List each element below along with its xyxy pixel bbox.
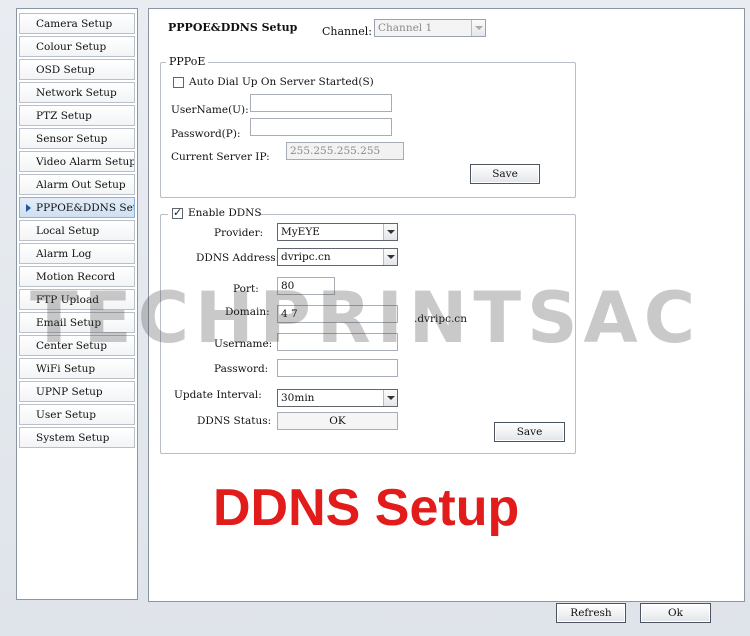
sidebar-item-local-setup[interactable]: Local Setup: [19, 220, 135, 241]
ok-button[interactable]: Ok: [640, 603, 711, 623]
sidebar-item-video-alarm-setup[interactable]: Video Alarm Setup: [19, 151, 135, 172]
provider-value: MyEYE: [281, 226, 320, 238]
channel-select[interactable]: Channel 1: [374, 19, 486, 37]
channel-value: Channel 1: [378, 22, 433, 34]
ddns-legend: Enable DDNS: [168, 206, 262, 221]
ddns-status-label: DDNS Status:: [197, 415, 272, 427]
sidebar-item-label: Alarm Log: [36, 248, 92, 260]
pppoe-username-label: UserName(U):: [171, 104, 249, 116]
pppoe-legend: PPPoE: [166, 55, 209, 68]
sidebar-item-label: Alarm Out Setup: [36, 179, 126, 191]
ddns-status-value: OK: [277, 412, 398, 430]
sidebar-item-label: OSD Setup: [36, 64, 95, 76]
server-ip-field: 255.255.255.255: [286, 142, 404, 160]
sidebar-item-label: Video Alarm Setup: [36, 156, 135, 168]
sidebar-item-label: WiFi Setup: [36, 363, 96, 375]
sidebar-item-colour-setup[interactable]: Colour Setup: [19, 36, 135, 57]
auto-dial-label: Auto Dial Up On Server Started(S): [189, 76, 374, 88]
sidebar-item-ptz-setup[interactable]: PTZ Setup: [19, 105, 135, 126]
sidebar-item-label: User Setup: [36, 409, 96, 421]
chevron-down-icon: [383, 249, 397, 265]
page-title: PPPOE&DDNS Setup: [168, 21, 298, 34]
sidebar-item-osd-setup[interactable]: OSD Setup: [19, 59, 135, 80]
sidebar-item-label: UPNP Setup: [36, 386, 103, 398]
sidebar-item-alarm-log[interactable]: Alarm Log: [19, 243, 135, 264]
ddns-save-button[interactable]: Save: [494, 422, 565, 442]
ddns-address-select[interactable]: dvripc.cn: [277, 248, 398, 266]
server-ip-label: Current Server IP:: [171, 151, 270, 163]
sidebar-item-label: Colour Setup: [36, 41, 107, 53]
update-interval-select[interactable]: 30min: [277, 389, 398, 407]
enable-ddns-label: Enable DDNS: [188, 207, 262, 219]
sidebar-item-system-setup[interactable]: System Setup: [19, 427, 135, 448]
sidebar-item-upnp-setup[interactable]: UPNP Setup: [19, 381, 135, 402]
sidebar-item-label: Sensor Setup: [36, 133, 108, 145]
enable-ddns-checkbox[interactable]: [172, 206, 183, 219]
window: Camera Setup Colour Setup OSD Setup Netw…: [0, 0, 750, 636]
update-interval-value: 30min: [281, 392, 315, 404]
pppoe-password-input[interactable]: [250, 118, 392, 136]
sidebar-item-label: System Setup: [36, 432, 110, 444]
ddns-address-value: dvripc.cn: [281, 251, 331, 263]
watermark: TECHPRINTSAC: [30, 277, 702, 359]
sidebar-item-network-setup[interactable]: Network Setup: [19, 82, 135, 103]
chevron-down-icon: [383, 390, 397, 406]
pppoe-save-button[interactable]: Save: [470, 164, 540, 184]
pppoe-password-label: Password(P):: [171, 128, 241, 140]
sidebar-item-label: Network Setup: [36, 87, 117, 99]
sidebar-item-sensor-setup[interactable]: Sensor Setup: [19, 128, 135, 149]
sidebar-item-camera-setup[interactable]: Camera Setup: [19, 13, 135, 34]
caption-title: DDNS Setup: [213, 479, 520, 537]
arrow-right-icon: [26, 204, 31, 212]
sidebar-item-label: Local Setup: [36, 225, 100, 237]
sidebar-item-label: Camera Setup: [36, 18, 113, 30]
pppoe-username-input[interactable]: [250, 94, 392, 112]
chevron-down-icon: [471, 20, 485, 36]
provider-select[interactable]: MyEYE: [277, 223, 398, 241]
update-interval-label: Update Interval:: [174, 389, 262, 401]
sidebar-item-pppoe-ddns-setup[interactable]: PPPOE&DDNS Setup: [19, 197, 135, 218]
sidebar-item-user-setup[interactable]: User Setup: [19, 404, 135, 425]
sidebar-item-alarm-out-setup[interactable]: Alarm Out Setup: [19, 174, 135, 195]
ddns-password-input[interactable]: [277, 359, 398, 377]
sidebar-item-label: PTZ Setup: [36, 110, 92, 122]
ddns-address-label: DDNS Address:: [196, 252, 280, 264]
auto-dial-checkbox[interactable]: [173, 77, 184, 88]
ddns-password-label: Password:: [214, 363, 269, 375]
provider-label: Provider:: [214, 227, 264, 239]
sidebar-item-wifi-setup[interactable]: WiFi Setup: [19, 358, 135, 379]
channel-label: Channel:: [322, 25, 372, 38]
sidebar-item-label: PPPOE&DDNS Setup: [36, 202, 134, 214]
chevron-down-icon: [383, 224, 397, 240]
refresh-button[interactable]: Refresh: [556, 603, 626, 623]
